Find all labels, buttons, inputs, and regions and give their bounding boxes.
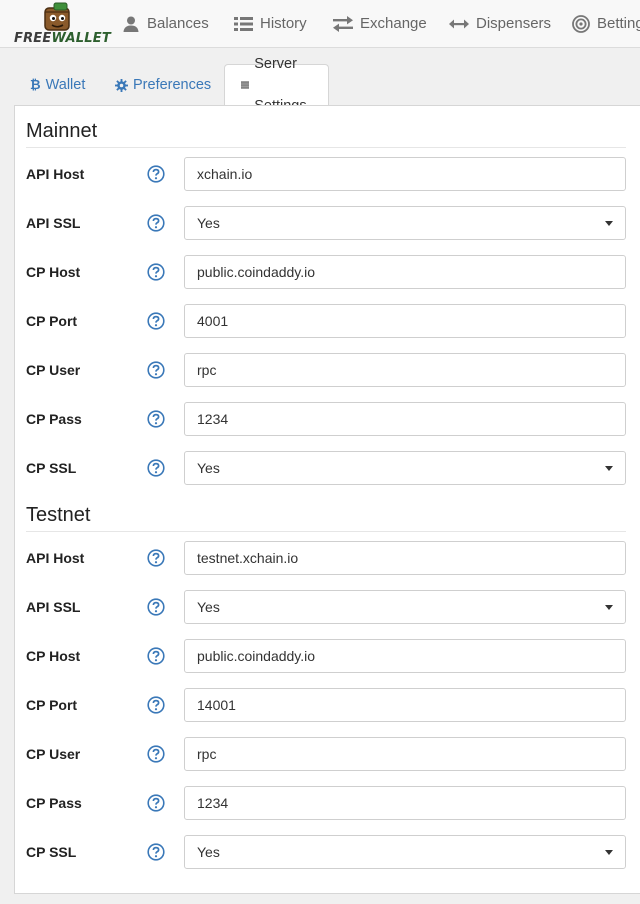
field-label: CP Host [26,648,81,664]
exchange-arrows-icon [333,16,353,32]
mainnet-cp-user-row: CP User [15,353,640,387]
mainnet-cp-user-input[interactable] [184,353,626,387]
bitcoin-icon: ₿ [30,77,41,92]
nav-balances[interactable]: Balances [122,0,209,47]
testnet-api-host-input[interactable] [184,541,626,575]
testnet-api-host-row: API Host [15,541,640,575]
mainnet-divider [26,147,626,148]
help-circle-icon[interactable] [147,165,165,183]
field-label: CP Host [26,264,81,280]
nav-dispensers[interactable]: Dispensers [449,0,552,47]
mainnet-cp-pass-input[interactable] [184,402,626,436]
help-circle-icon[interactable] [147,410,165,428]
testnet-cp-ssl-row: CP SSL Yes [15,835,640,869]
mainnet-api-host-row: API Host [15,157,640,191]
mainnet-api-host-input[interactable] [184,157,626,191]
nav-history[interactable]: History [234,0,307,47]
select-value: Yes [197,460,220,476]
mainnet-api-ssl-row: API SSL Yes [15,206,640,240]
field-label: API Host [26,550,85,566]
field-label: CP Pass [26,411,82,427]
help-circle-icon[interactable] [147,843,165,861]
testnet-cp-pass-input[interactable] [184,786,626,820]
testnet-cp-ssl-select[interactable]: Yes [184,835,626,869]
nav-balances-label: Balances [147,15,209,32]
mainnet-heading: Mainnet [26,120,98,142]
tab-server-settings[interactable]: Server Settings [224,56,330,114]
nav-exchange-label: Exchange [360,15,427,32]
gear-icon [115,78,128,92]
field-label: CP User [26,362,81,378]
list-icon [234,17,253,31]
server-list-icon [241,81,250,89]
testnet-divider [26,531,626,532]
testnet-api-ssl-row: API SSL Yes [15,590,640,624]
target-icon [572,15,590,33]
mainnet-cp-ssl-row: CP SSL Yes [15,451,640,485]
logo-wordmark: FREEWALLET [14,31,111,46]
field-label: API SSL [26,599,81,615]
server-settings-panel: Mainnet API Host API SSL Yes CP Host CP … [14,105,640,894]
field-label: CP Pass [26,795,82,811]
mainnet-cp-ssl-select[interactable]: Yes [184,451,626,485]
wallet-mascot-icon [44,2,70,31]
user-icon [123,16,139,32]
caret-down-icon [605,221,613,226]
mainnet-api-ssl-select[interactable]: Yes [184,206,626,240]
field-label: CP User [26,746,81,762]
mainnet-cp-host-input[interactable] [184,255,626,289]
freewallet-logo[interactable]: FREEWALLET [12,2,111,46]
testnet-cp-user-row: CP User [15,737,640,771]
help-circle-icon[interactable] [147,459,165,477]
field-label: CP SSL [26,844,77,860]
left-right-arrow-icon [449,19,469,29]
help-circle-icon[interactable] [147,214,165,232]
help-circle-icon[interactable] [147,794,165,812]
field-label: API Host [26,166,85,182]
select-value: Yes [197,844,220,860]
mainnet-cp-port-row: CP Port [15,304,640,338]
field-label: CP SSL [26,460,77,476]
help-circle-icon[interactable] [147,647,165,665]
mainnet-cp-host-row: CP Host [15,255,640,289]
field-label: CP Port [26,697,78,713]
mainnet-cp-pass-row: CP Pass [15,402,640,436]
nav-betting[interactable]: Betting [572,0,640,47]
help-circle-icon[interactable] [147,598,165,616]
nav-exchange[interactable]: Exchange [333,0,427,47]
nav-dispensers-label: Dispensers [476,15,552,32]
field-label: API SSL [26,215,81,231]
help-circle-icon[interactable] [147,263,165,281]
testnet-cp-host-row: CP Host [15,639,640,673]
testnet-heading: Testnet [26,504,91,526]
testnet-cp-port-row: CP Port [15,688,640,722]
nav-history-label: History [260,15,307,32]
nav-betting-label: Betting [597,15,640,32]
tab-preferences-label: Preferences [133,77,212,93]
caret-down-icon [605,466,613,471]
select-value: Yes [197,599,220,615]
help-circle-icon[interactable] [147,361,165,379]
field-label: CP Port [26,313,78,329]
select-value: Yes [197,215,220,231]
help-circle-icon[interactable] [147,549,165,567]
testnet-cp-pass-row: CP Pass [15,786,640,820]
caret-down-icon [605,850,613,855]
help-circle-icon[interactable] [147,312,165,330]
help-circle-icon[interactable] [147,696,165,714]
tab-wallet-label: Wallet [45,77,86,93]
tab-preferences[interactable]: Preferences [99,64,227,106]
testnet-api-ssl-select[interactable]: Yes [184,590,626,624]
help-circle-icon[interactable] [147,745,165,763]
testnet-cp-host-input[interactable] [184,639,626,673]
caret-down-icon [605,605,613,610]
testnet-cp-port-input[interactable] [184,688,626,722]
top-navbar: FREEWALLET Balances History Exchange Dis… [0,0,640,48]
mainnet-cp-port-input[interactable] [184,304,626,338]
tab-wallet[interactable]: ₿ Wallet [14,64,101,106]
testnet-cp-user-input[interactable] [184,737,626,771]
